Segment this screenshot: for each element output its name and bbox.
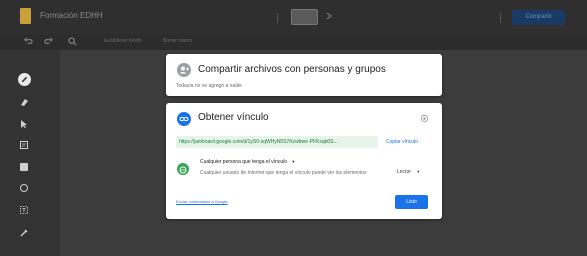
text-box-icon[interactable] [19,205,29,215]
sticky-note-icon[interactable] [19,140,29,150]
eraser-icon[interactable] [19,97,29,107]
tool-rail [0,50,60,256]
zoom-icon[interactable] [68,37,77,46]
copy-link-button[interactable]: Copiar vínculo [386,139,418,145]
feedback-link[interactable]: Enviar comentarios a Google [176,199,228,204]
role-value: Lector [397,169,411,175]
app-window: Formación EDHH Compartir Establecer fond… [0,0,587,256]
undo-icon[interactable] [24,37,33,46]
general-access-description: Cualquier usuario de Internet que tenga … [200,170,367,176]
done-button-label: Listo [406,199,417,205]
share-people-dialog: Compartir archivos con personas y grupos… [166,54,442,96]
done-button[interactable]: Listo [395,195,428,209]
frame-bar-thumbnail[interactable] [291,9,318,25]
divider [277,13,278,23]
gear-icon[interactable] [420,114,429,123]
caret-down-icon: ▼ [291,159,296,164]
link-icon [177,112,191,126]
divider [500,13,501,23]
jamboard-logo [20,8,31,24]
link-dialog-title: Obtener vínculo [198,112,269,123]
circle-shape-icon[interactable] [19,183,29,193]
general-access-dropdown[interactable]: Cualquier persona que tenga el vínculo ▼ [200,159,295,165]
role-dropdown[interactable]: Lector ▼ [397,169,420,175]
pen-tool-icon[interactable] [18,73,31,86]
set-background-button[interactable]: Establecer fondo [104,38,142,44]
globe-icon [177,163,189,175]
select-cursor-icon[interactable] [19,119,29,129]
caret-down-icon: ▼ [416,169,421,174]
get-link-dialog: Obtener vínculo https://jamboard.google.… [166,103,442,219]
top-app-bar: Formación EDHH Compartir [0,0,587,34]
general-access-label: Cualquier persona que tenga el vínculo [200,159,288,165]
share-button-label: Compartir [525,14,552,20]
editing-toolbar [0,34,587,50]
redo-icon[interactable] [44,37,53,46]
chevron-right-icon[interactable] [326,12,332,20]
share-dialog-subtitle: Todavía no se agregó a nadie [176,83,242,89]
laser-pointer-icon[interactable] [19,228,29,238]
person-add-icon [177,63,191,77]
share-dialog-title: Compartir archivos con personas y grupos [198,64,386,75]
clear-frame-button[interactable]: Borrar marco [163,38,192,44]
add-image-icon[interactable] [19,162,29,172]
share-button[interactable]: Compartir [512,10,565,25]
share-url-field[interactable]: https://jamboard.google.com/d/1yS0-sqWHy… [176,136,378,148]
share-url-text: https://jamboard.google.com/d/1yS0-sqWHy… [179,139,338,145]
file-title[interactable]: Formación EDHH [40,11,103,20]
